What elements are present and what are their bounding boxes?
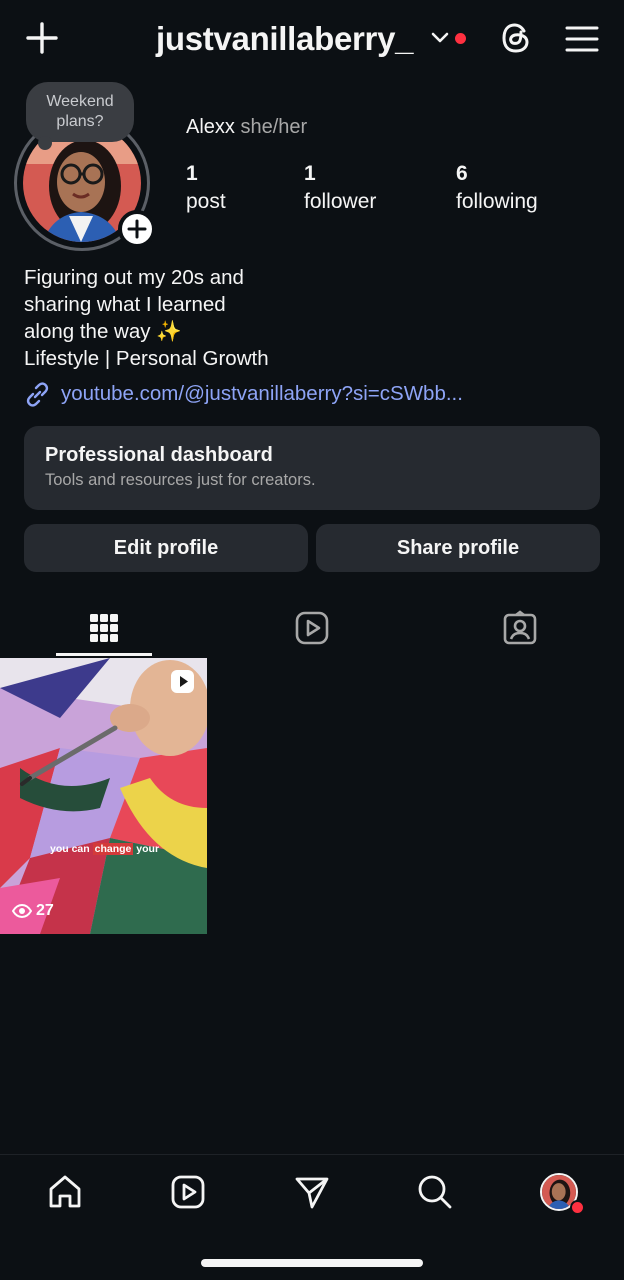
bio-line: along the way ✨ [24, 320, 182, 343]
bio: Figuring out my 20s and sharing what I l… [24, 264, 444, 372]
add-story-button[interactable] [118, 210, 156, 248]
active-tab-indicator [56, 653, 152, 656]
notification-dot [455, 33, 466, 44]
grid-icon [90, 614, 118, 642]
nav-direct[interactable] [288, 1168, 336, 1216]
professional-dashboard-card[interactable]: Professional dashboard Tools and resourc… [24, 426, 600, 510]
tab-reels[interactable] [208, 600, 416, 656]
stat-following-count: 6 [456, 162, 468, 185]
menu-icon[interactable] [565, 24, 599, 54]
bio-line: sharing what I learned [24, 293, 226, 316]
stat-following-label: following [456, 190, 538, 213]
profile-link[interactable]: youtube.com/@justvanillaberry?si=cSWbb..… [24, 380, 463, 408]
profile-link-text: youtube.com/@justvanillaberry?si=cSWbb..… [61, 382, 463, 405]
plus-icon[interactable] [22, 18, 62, 58]
share-profile-button[interactable]: Share profile [316, 524, 600, 572]
nav-search[interactable] [411, 1168, 459, 1216]
note-bubble[interactable]: Weekend plans? [26, 82, 134, 142]
display-name: Alexx [186, 116, 235, 138]
home-indicator[interactable] [201, 1259, 423, 1267]
home-icon [49, 1175, 81, 1208]
post-thumbnail[interactable]: you can change your 27 [0, 658, 207, 934]
caption-highlight: change [92, 843, 134, 855]
tab-tagged[interactable] [416, 600, 624, 656]
post-view-count: 27 [12, 902, 54, 920]
edit-profile-button[interactable]: Edit profile [24, 524, 308, 572]
plus-icon [127, 219, 147, 239]
nav-divider [0, 1154, 624, 1155]
stat-followers-label: follower [304, 190, 377, 213]
chevron-down-icon[interactable] [430, 30, 450, 46]
notification-dot [570, 1200, 585, 1215]
reels-icon [295, 611, 329, 645]
profile-name: Alexx she/her [186, 116, 307, 139]
stat-following[interactable]: 6 following [456, 160, 538, 216]
post-image [0, 658, 207, 934]
threads-icon[interactable] [498, 20, 534, 56]
bio-line: Figuring out my 20s and [24, 266, 244, 289]
nav-reels[interactable] [164, 1168, 212, 1216]
search-icon [418, 1175, 452, 1209]
pronouns: she/her [240, 116, 308, 138]
note-bubble-tail [38, 136, 52, 150]
username-switcher[interactable]: justvanillaberry_ [156, 20, 414, 58]
view-count: 27 [36, 902, 54, 919]
bio-line: Lifestyle | Personal Growth [24, 347, 269, 370]
reels-icon [171, 1175, 205, 1209]
dashboard-subtitle: Tools and resources just for creators. [45, 471, 316, 489]
caption-text-start: you can [50, 843, 93, 855]
direct-icon [295, 1177, 329, 1209]
caption-text-end: your [133, 843, 160, 855]
tagged-icon [503, 610, 537, 645]
reel-badge-icon [171, 670, 194, 693]
tab-posts-grid[interactable] [0, 600, 208, 656]
stat-followers-count: 1 [304, 162, 316, 185]
stat-posts-label: post [186, 190, 226, 213]
post-caption: you can change your [50, 843, 159, 855]
eye-icon [12, 903, 32, 919]
dashboard-title: Professional dashboard [45, 444, 273, 466]
link-icon [26, 381, 49, 407]
nav-home[interactable] [41, 1168, 89, 1216]
stat-followers[interactable]: 1 follower [304, 160, 376, 216]
stat-posts-count: 1 [186, 162, 198, 185]
stat-posts[interactable]: 1 post [186, 160, 226, 216]
